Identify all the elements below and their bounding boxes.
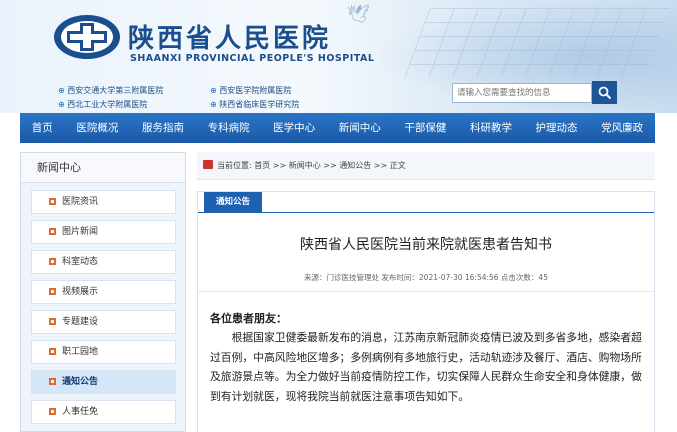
sidebar-item-department-news[interactable]: 科室动态	[31, 250, 176, 274]
sidebar-item-label: 专题建设	[62, 317, 99, 327]
tab-notices[interactable]: 通知公告	[204, 192, 262, 213]
nav-party-integrity[interactable]: 党风廉政	[589, 113, 655, 143]
bullet-icon	[49, 288, 56, 295]
article-body: 根据国家卫健委最新发布的消息，江苏南京新冠肺炎疫情已波及到多省多地，感染者超过百…	[210, 331, 642, 403]
nav-service-guide[interactable]: 服务指南	[130, 113, 196, 143]
bullet-icon	[49, 198, 56, 205]
nav-nursing[interactable]: 护理动态	[524, 113, 590, 143]
bullet-icon	[49, 408, 56, 415]
tab-underline	[198, 212, 654, 213]
affiliation-1: 西安交通大学第三附属医院	[58, 85, 163, 96]
sidebar-item-special-topics[interactable]: 专题建设	[31, 310, 176, 334]
nav-research-teaching[interactable]: 科研教学	[458, 113, 524, 143]
search-input[interactable]	[452, 83, 592, 103]
nav-news-center[interactable]: 新闻中心	[327, 113, 393, 143]
sidebar-item-staff-corner[interactable]: 职工园地	[31, 340, 176, 364]
sidebar-item-label: 视频展示	[62, 287, 99, 297]
nav-cadre-health[interactable]: 干部保健	[393, 113, 459, 143]
home-icon	[203, 160, 213, 169]
bullet-icon	[49, 228, 56, 235]
breadcrumb: 当前位置: 首页 >> 新闻中心 >> 通知公告 >> 正文	[197, 152, 655, 180]
nav-medical-centers[interactable]: 医学中心	[261, 113, 327, 143]
affiliation-3: 西安医学院附属医院	[210, 85, 291, 96]
bullet-icon	[49, 318, 56, 325]
nav-hospital-overview[interactable]: 医院概况	[65, 113, 131, 143]
sidebar-item-hospital-news[interactable]: 医院资讯	[31, 190, 176, 214]
article-panel: 通知公告 陕西省人民医院当前来院就医患者告知书 来源：门诊医技管理处 发布时间：…	[197, 191, 655, 432]
sidebar-item-notices[interactable]: 通知公告	[31, 370, 176, 394]
article-title: 陕西省人民医院当前来院就医患者告知书	[300, 237, 552, 253]
article-greeting: 各位患者朋友：	[210, 312, 287, 325]
affiliation-4: 陕西省临床医学研究院	[210, 99, 299, 110]
sidebar-item-appointments[interactable]: 人事任免	[31, 400, 176, 424]
nav-specialty-hospitals[interactable]: 专科病院	[196, 113, 262, 143]
bullet-icon	[49, 258, 56, 265]
sidebar-item-label: 科室动态	[62, 257, 99, 267]
nav-home[interactable]: 首页	[20, 113, 65, 143]
sidebar-item-videos[interactable]: 视频展示	[31, 280, 176, 304]
search-icon	[598, 86, 611, 99]
site-header: 陕西省人民医院 SHAANXI PROVINCIAL PEOPLE'S HOSP…	[0, 0, 677, 113]
header-grid-decoration	[404, 8, 670, 78]
search-button[interactable]	[592, 81, 617, 104]
breadcrumb-text[interactable]: 当前位置: 首页 >> 新闻中心 >> 通知公告 >> 正文	[217, 161, 406, 170]
sidebar-item-label: 医院资讯	[62, 197, 99, 207]
site-title: 陕西省人民医院	[128, 24, 332, 54]
bullet-icon	[49, 348, 56, 355]
sidebar-item-label: 人事任免	[62, 407, 99, 417]
hospital-logo-icon[interactable]	[52, 12, 122, 62]
divider	[198, 291, 654, 292]
sidebar-item-label: 通知公告	[62, 377, 99, 387]
sidebar-item-photo-news[interactable]: 图片新闻	[31, 220, 176, 244]
main-nav: 首页 医院概况 服务指南 专科病院 医学中心 新闻中心 干部保健 科研教学 护理…	[20, 113, 655, 143]
sidebar-item-label: 职工园地	[62, 347, 99, 357]
bullet-icon	[49, 378, 56, 385]
dove-icon: 🕊	[347, 4, 370, 25]
sidebar: 新闻中心 医院资讯 图片新闻 科室动态 视频展示 专题建设 职工园地 通知公告 …	[20, 152, 186, 432]
site-subtitle: SHAANXI PROVINCIAL PEOPLE'S HOSPITAL	[130, 53, 375, 64]
sidebar-title: 新闻中心	[21, 153, 185, 183]
sidebar-item-label: 图片新闻	[62, 227, 99, 237]
affiliation-2: 西北工业大学附属医院	[58, 99, 147, 110]
article-meta: 来源：门诊医技管理处 发布时间：2021-07-30 16:54:56 点击次数…	[304, 273, 548, 282]
